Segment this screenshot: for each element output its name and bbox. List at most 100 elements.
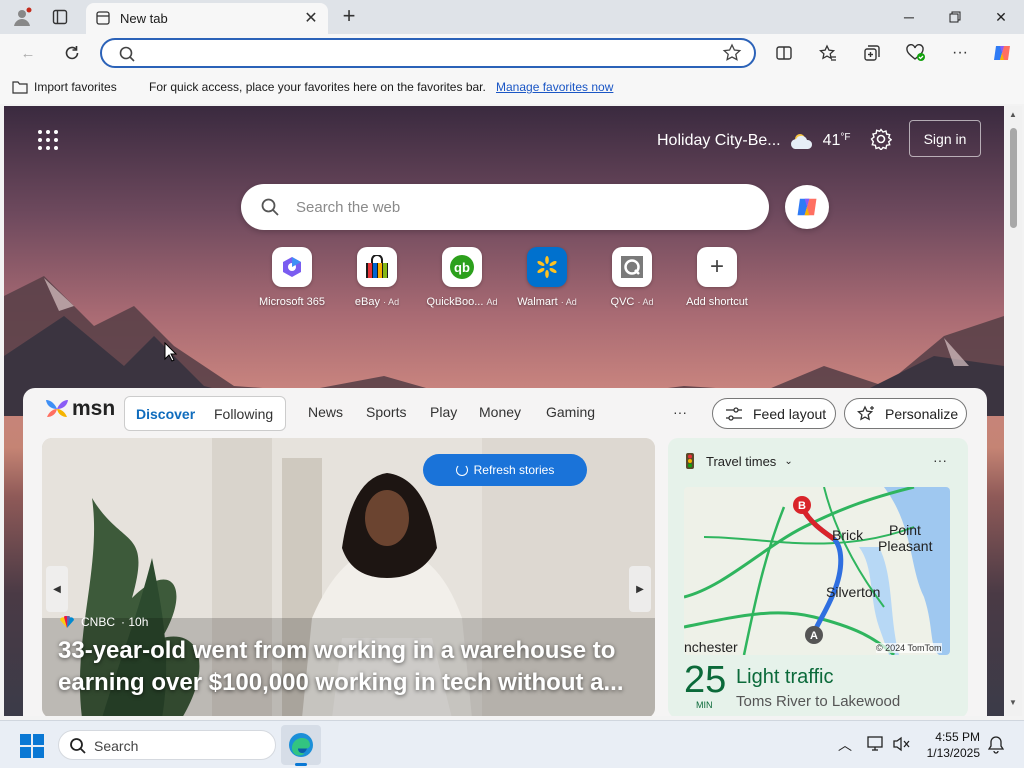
manage-favorites-link[interactable]: Manage favorites now (496, 80, 613, 94)
shortcut-walmart[interactable]: Walmart · Ad (504, 247, 590, 308)
personalize-button[interactable]: Personalize (844, 398, 967, 429)
close-tab-icon[interactable]: ✕ (304, 11, 318, 27)
shortcut-qvc[interactable]: QVC · Ad (589, 247, 675, 308)
map-graphic: B A (684, 487, 950, 655)
tab-new-tab[interactable]: New tab ✕ (86, 3, 328, 34)
collections-icon[interactable] (862, 43, 882, 63)
tab-title: New tab (120, 11, 168, 26)
copilot-icon[interactable] (990, 43, 1014, 63)
restore-button[interactable] (932, 0, 978, 34)
shortcut-label: eBay (354, 296, 380, 308)
traffic-map[interactable]: B A Brick Point Pleasant Silverton nches… (684, 487, 950, 655)
shortcut-ebay[interactable]: eBay · Ad (334, 247, 420, 308)
nav-news[interactable]: News (308, 404, 343, 420)
copilot-logo-icon (797, 198, 817, 216)
import-folder-icon (12, 80, 28, 94)
microsoft-365-icon (272, 247, 312, 287)
edge-browser-icon (289, 733, 313, 757)
refresh-icon[interactable] (62, 43, 82, 63)
import-favorites-button[interactable]: Import favorites (12, 80, 117, 94)
nav-gaming[interactable]: Gaming (546, 404, 595, 420)
map-label-silverton: Silverton (826, 584, 881, 600)
traffic-light-icon (686, 453, 694, 469)
shortcut-ad-tag: · Ad (560, 297, 577, 307)
nav-sports[interactable]: Sports (366, 404, 406, 420)
start-button[interactable] (20, 734, 44, 758)
browser-toolbar: ← ··· (0, 34, 1024, 72)
favorite-star-icon[interactable] (722, 43, 742, 63)
copilot-button[interactable] (785, 185, 829, 229)
web-search-box[interactable]: Search the web (241, 184, 769, 230)
edge-active-indicator (295, 763, 307, 766)
shortcut-label: QVC (610, 296, 635, 308)
tab-actions-icon[interactable] (52, 9, 68, 25)
shortcut-label: QuickBoo... (426, 296, 484, 308)
windows-taskbar: Search ︿ 4:55 PM 1/13/2025 (0, 720, 1024, 768)
nav-more-button[interactable]: ··· (673, 404, 687, 420)
page-settings-icon[interactable] (870, 128, 893, 152)
scroll-up-icon[interactable]: ▲ (1009, 110, 1017, 119)
sign-in-label: Sign in (923, 130, 967, 147)
travel-minutes: 25 (684, 659, 727, 701)
volume-muted-icon[interactable] (893, 736, 911, 752)
refresh-stories-label: Refresh stories (473, 463, 555, 477)
favorites-icon[interactable] (818, 43, 838, 63)
minimize-button[interactable]: ─ (886, 0, 932, 34)
msn-logo[interactable]: msn (44, 397, 115, 421)
nav-money[interactable]: Money (479, 404, 521, 420)
clock[interactable]: 4:55 PM 1/13/2025 (920, 729, 980, 761)
map-label-pleasant: Pleasant (878, 538, 933, 554)
qvc-icon (612, 247, 652, 287)
browser-essentials-icon[interactable] (906, 43, 926, 63)
hero-story-title[interactable]: 33-year-old went from working in a wareh… (58, 635, 638, 699)
tab-following[interactable]: Following (214, 406, 273, 422)
travel-times-header[interactable]: Travel times ⌄ (684, 453, 793, 469)
back-icon[interactable]: ← (18, 43, 38, 63)
close-window-button[interactable]: ✕ (978, 0, 1024, 34)
profile-icon[interactable] (12, 7, 32, 27)
hero-next-button[interactable]: ▶ (629, 566, 651, 612)
plus-icon: + (697, 247, 737, 287)
import-favorites-label: Import favorites (34, 80, 117, 94)
scroll-thumb[interactable] (1010, 128, 1017, 228)
weather-widget[interactable]: Holiday City-Be... 41 °F (657, 130, 851, 152)
feed-layout-button[interactable]: Feed layout (712, 398, 836, 429)
travel-more-button[interactable]: ··· (933, 452, 947, 468)
new-tab-button[interactable]: + (338, 5, 360, 28)
page-scrollbar[interactable]: ▲ ▼ (1005, 106, 1022, 716)
story-source[interactable]: CNBC · 10h (59, 615, 148, 629)
nav-play[interactable]: Play (430, 404, 457, 420)
taskbar-edge-button[interactable] (281, 725, 321, 765)
personalize-label: Personalize (885, 405, 959, 422)
hero-story-card[interactable]: Refresh stories ◀ ▶ CNBC · 10h 33-year-o… (42, 438, 655, 716)
sign-in-button[interactable]: Sign in (909, 120, 981, 157)
scroll-down-icon[interactable]: ▼ (1009, 698, 1017, 707)
windows-logo-icon (20, 734, 44, 758)
apps-launcher-icon[interactable] (37, 129, 59, 151)
more-options-icon[interactable]: ··· (950, 43, 970, 63)
notification-bell-icon[interactable] (988, 736, 1004, 754)
svg-text:B: B (798, 500, 806, 512)
tab-discover[interactable]: Discover (136, 406, 195, 422)
chevron-left-icon: ◀ (53, 583, 61, 595)
refresh-stories-button[interactable]: Refresh stories (423, 454, 587, 486)
shortcut-quickbooks[interactable]: qb QuickBoo... Ad (419, 247, 505, 308)
weather-location: Holiday City-Be... (657, 132, 781, 149)
shortcut-microsoft-365[interactable]: Microsoft 365 (249, 247, 335, 308)
display-icon[interactable] (867, 736, 885, 752)
show-hidden-icons-chevron-icon[interactable]: ︿ (838, 735, 852, 755)
title-bar: New tab ✕ + ─ ✕ (0, 0, 1024, 34)
split-screen-icon[interactable] (774, 43, 794, 63)
shortcut-ad-tag: · Ad (637, 297, 654, 307)
travel-times-card[interactable]: Travel times ⌄ ··· B A Brick Point Pleas… (668, 438, 968, 716)
shortcut-add[interactable]: + Add shortcut (674, 247, 760, 308)
svg-text:A: A (810, 630, 818, 642)
taskbar-search-box[interactable]: Search (58, 730, 276, 760)
favorites-hint-text: For quick access, place your favorites h… (149, 80, 486, 94)
search-icon (118, 45, 136, 63)
address-bar[interactable] (100, 38, 756, 68)
shortcut-ad-tag: · Ad (383, 297, 400, 307)
feed-layout-label: Feed layout (753, 405, 827, 422)
hero-prev-button[interactable]: ◀ (46, 566, 68, 612)
shortcut-label: Microsoft 365 (258, 296, 326, 308)
